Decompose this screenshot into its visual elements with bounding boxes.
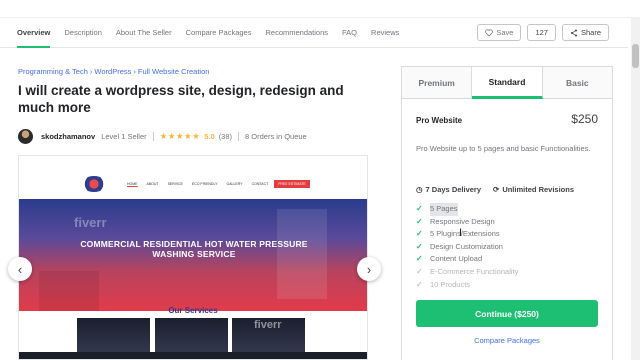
preview-menu-item: GALLERY bbox=[226, 182, 243, 186]
save-label: Save bbox=[496, 28, 514, 37]
package-description: Pro Website up to 5 pages and basic Func… bbox=[416, 144, 591, 153]
seller-overview: skodzhamanov Level 1 Seller ★★★★★ 5.0 (3… bbox=[18, 128, 307, 144]
package-price: $250 bbox=[571, 112, 598, 126]
feature-label: Content Upload bbox=[430, 254, 483, 264]
compare-packages-link[interactable]: Compare Packages bbox=[416, 336, 598, 345]
gig-title: I will create a wordpress site, design, … bbox=[18, 83, 344, 115]
feature-item: ✓ E-Commerce Functionality bbox=[416, 266, 518, 279]
review-count[interactable]: (38) bbox=[219, 131, 240, 141]
check-icon: ✓ bbox=[416, 241, 423, 251]
breadcrumb-subcategory[interactable]: WordPress bbox=[94, 67, 131, 76]
tab-description[interactable]: Description bbox=[64, 18, 108, 48]
tab-recommendations[interactable]: Recommendations bbox=[265, 18, 334, 48]
gig-nav-tabs: Overview Description About The Seller Co… bbox=[17, 18, 413, 48]
check-icon: ✓ bbox=[416, 216, 423, 226]
gallery-prev-button[interactable]: ‹ bbox=[8, 257, 32, 281]
package-panel: Premium Standard Basic Pro Website $250 … bbox=[401, 66, 613, 360]
continue-button[interactable]: Continue ($250) bbox=[416, 300, 598, 327]
tab-premium[interactable]: Premium bbox=[402, 67, 473, 98]
clock-icon: ◷ bbox=[416, 185, 423, 194]
feature-item: ✓ 5 Pages bbox=[416, 203, 518, 216]
breadcrumb-separator: › bbox=[89, 67, 93, 76]
chevron-right-icon: › bbox=[366, 261, 372, 277]
feature-label: E-Commerce Functionality bbox=[430, 266, 519, 276]
browser-top-strip bbox=[0, 0, 640, 18]
feature-label: 5 Pages bbox=[430, 203, 458, 216]
save-button[interactable]: Save bbox=[477, 24, 522, 41]
package-header: Pro Website $250 bbox=[416, 112, 598, 126]
package-tabs: Premium Standard Basic bbox=[402, 67, 612, 99]
seller-avatar[interactable] bbox=[18, 128, 33, 144]
gallery-next-button[interactable]: › bbox=[357, 257, 381, 281]
breadcrumb-separator: › bbox=[133, 67, 136, 76]
tab-about-seller[interactable]: About The Seller bbox=[116, 18, 178, 48]
delivery-time: ◷ 7 Days Delivery bbox=[416, 185, 481, 194]
preview-cta: FREE ESTIMATE bbox=[274, 180, 310, 188]
gig-gallery[interactable]: HOME ABOUT SERVICE ECO FRIENDLY GALLERY … bbox=[18, 155, 368, 360]
tab-standard[interactable]: Standard bbox=[472, 67, 543, 99]
preview-footer-strip bbox=[19, 352, 367, 359]
star-rating-icon: ★★★★★ bbox=[159, 130, 201, 141]
feature-item: ✓ 10 Products bbox=[416, 279, 518, 292]
breadcrumb-service[interactable]: Full Website Creation bbox=[138, 67, 210, 76]
share-button[interactable]: Share bbox=[561, 24, 609, 41]
preview-menu: HOME ABOUT SERVICE ECO FRIENDLY GALLERY … bbox=[127, 182, 268, 187]
check-icon: ✓ bbox=[416, 279, 423, 289]
share-icon bbox=[570, 29, 577, 36]
feature-label: 10 Products bbox=[430, 279, 471, 289]
tab-overview[interactable]: Overview bbox=[17, 18, 56, 48]
feature-label: Design Customization bbox=[430, 241, 503, 251]
page-scrollbar[interactable] bbox=[631, 18, 640, 360]
preview-menu-item: ECO FRIENDLY bbox=[191, 182, 218, 186]
seller-name[interactable]: skodzhamanov bbox=[41, 132, 95, 141]
fiverr-watermark: fiverr bbox=[74, 215, 107, 230]
preview-menu-item: ABOUT bbox=[146, 182, 159, 186]
package-features: ✓ 5 Pages ✓ Responsive Design ✓ 5 Plugins/E… bbox=[416, 203, 518, 291]
feature-label: 5 Plugins/Extensions bbox=[430, 229, 500, 239]
text-cursor-icon: I bbox=[459, 227, 463, 239]
heart-icon bbox=[485, 28, 494, 37]
preview-logo bbox=[81, 176, 107, 192]
preview-services-title: Our Services bbox=[168, 306, 218, 315]
refresh-icon: ⟳ bbox=[493, 185, 500, 194]
rating-score: 5.0 bbox=[204, 131, 215, 141]
feature-item: ✓ Responsive Design bbox=[416, 216, 518, 229]
revisions-label: Unlimited Revisions bbox=[502, 185, 574, 194]
delivery-label: 7 Days Delivery bbox=[425, 185, 482, 194]
check-icon: ✓ bbox=[416, 266, 423, 276]
package-meta: ◷ 7 Days Delivery ⟳ Unlimited Revisions bbox=[416, 185, 574, 194]
feature-item: ✓ 5 Plugins/Extensions bbox=[416, 228, 518, 241]
share-label: Share bbox=[580, 28, 601, 37]
feature-item: ✓ Content Upload bbox=[416, 253, 518, 266]
preview-menu-item: CONTACT bbox=[251, 182, 269, 186]
preview-hero-text: COMMERCIAL RESIDENTIAL HOT WATER PRESSUR… bbox=[80, 239, 308, 259]
preview-menu-item: HOME bbox=[127, 182, 138, 187]
orders-in-queue: 8 Orders in Queue bbox=[245, 131, 307, 141]
breadcrumb: Programming & Tech › WordPress › Full Websit… bbox=[18, 67, 209, 76]
revisions: ⟳ Unlimited Revisions bbox=[493, 185, 574, 194]
check-icon: ✓ bbox=[416, 229, 423, 239]
check-icon: ✓ bbox=[416, 254, 423, 264]
tab-faq[interactable]: FAQ bbox=[342, 18, 363, 48]
tab-basic[interactable]: Basic bbox=[542, 67, 612, 98]
preview-menu-item: SERVICE bbox=[167, 182, 183, 186]
preview-site-header: HOME ABOUT SERVICE ECO FRIENDLY GALLERY … bbox=[19, 156, 367, 197]
tab-reviews[interactable]: Reviews bbox=[371, 18, 405, 48]
gig-actions: Save 127 Share bbox=[477, 24, 609, 41]
chevron-left-icon: ‹ bbox=[17, 261, 23, 277]
package-name: Pro Website bbox=[416, 116, 463, 125]
gig-nav-bar: Overview Description About The Seller Co… bbox=[0, 18, 628, 48]
tab-compare-packages[interactable]: Compare Packages bbox=[186, 18, 258, 48]
feature-item: ✓ Design Customization bbox=[416, 241, 518, 254]
breadcrumb-category[interactable]: Programming & Tech bbox=[18, 67, 88, 76]
scrollbar-thumb[interactable] bbox=[632, 44, 639, 68]
check-icon: ✓ bbox=[416, 204, 423, 213]
fiverr-watermark: fiverr bbox=[254, 319, 282, 331]
feature-label: Responsive Design bbox=[430, 216, 495, 226]
preview-hero: fiverr COMMERCIAL RESIDENTIAL HOT WATER … bbox=[19, 199, 367, 311]
likes-count: 127 bbox=[527, 24, 556, 41]
seller-level: Level 1 Seller bbox=[101, 131, 154, 141]
